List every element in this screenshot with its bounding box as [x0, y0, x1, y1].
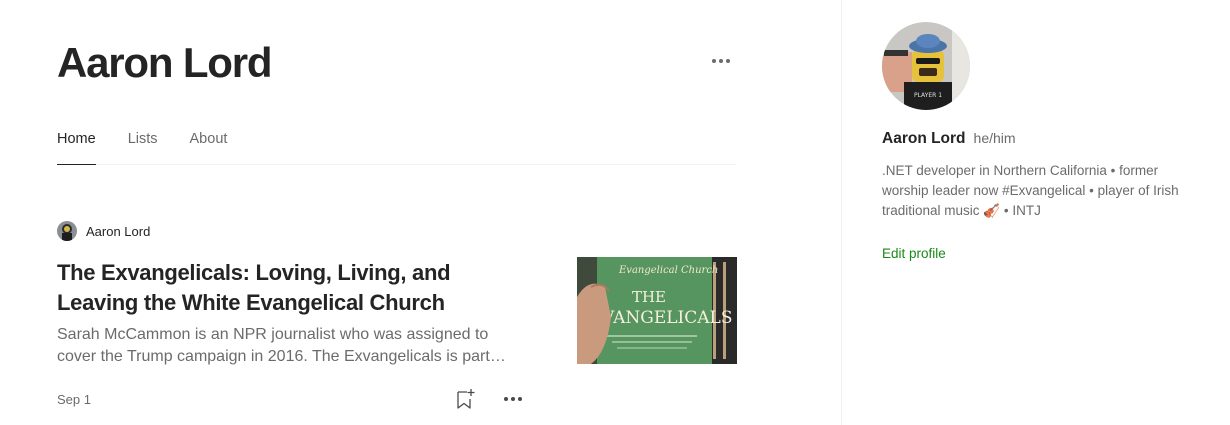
- sidebar-name: Aaron Lord: [882, 130, 966, 147]
- more-icon: [712, 59, 730, 63]
- more-icon: [504, 397, 522, 401]
- page-title: Aaron Lord: [57, 39, 273, 86]
- tab-home[interactable]: Home: [57, 118, 96, 165]
- post-author[interactable]: Aaron Lord: [57, 221, 150, 241]
- post-excerpt[interactable]: Sarah McCammon is an NPR journalist who …: [57, 324, 507, 368]
- tab-about[interactable]: About: [190, 118, 228, 165]
- post-date: Sep 1: [57, 392, 91, 407]
- author-avatar: [57, 221, 77, 241]
- edit-profile-link[interactable]: Edit profile: [882, 246, 946, 261]
- author-name: Aaron Lord: [86, 223, 151, 239]
- sidebar-divider: [841, 0, 842, 425]
- thumbnail-top-line: Evangelical Church: [618, 265, 718, 276]
- profile-more-button[interactable]: [706, 50, 736, 72]
- save-button[interactable]: [455, 387, 477, 411]
- svg-text:THE: THE: [632, 288, 666, 306]
- post-thumbnail[interactable]: Evangelical Church THE EXVANGELICALS: [577, 257, 737, 364]
- sidebar-bio: .NET developer in Northern California • …: [882, 163, 1179, 218]
- post-title[interactable]: The Exvangelicals: Loving, Living, and L…: [57, 258, 527, 318]
- profile-tabs: Home Lists About: [57, 118, 736, 165]
- sidebar-name-row: Aaron Lord he/him: [882, 130, 1016, 148]
- avatar-badge-text: PLAYER 1: [914, 92, 942, 99]
- profile-avatar[interactable]: PLAYER 1: [882, 22, 970, 110]
- sidebar-pronouns: he/him: [973, 130, 1016, 146]
- tab-lists[interactable]: Lists: [128, 118, 158, 165]
- bookmark-add-icon: [457, 389, 475, 409]
- main-column: Aaron Lord Home Lists About Aaron Lord T…: [0, 0, 842, 425]
- post-more-button[interactable]: [501, 389, 525, 409]
